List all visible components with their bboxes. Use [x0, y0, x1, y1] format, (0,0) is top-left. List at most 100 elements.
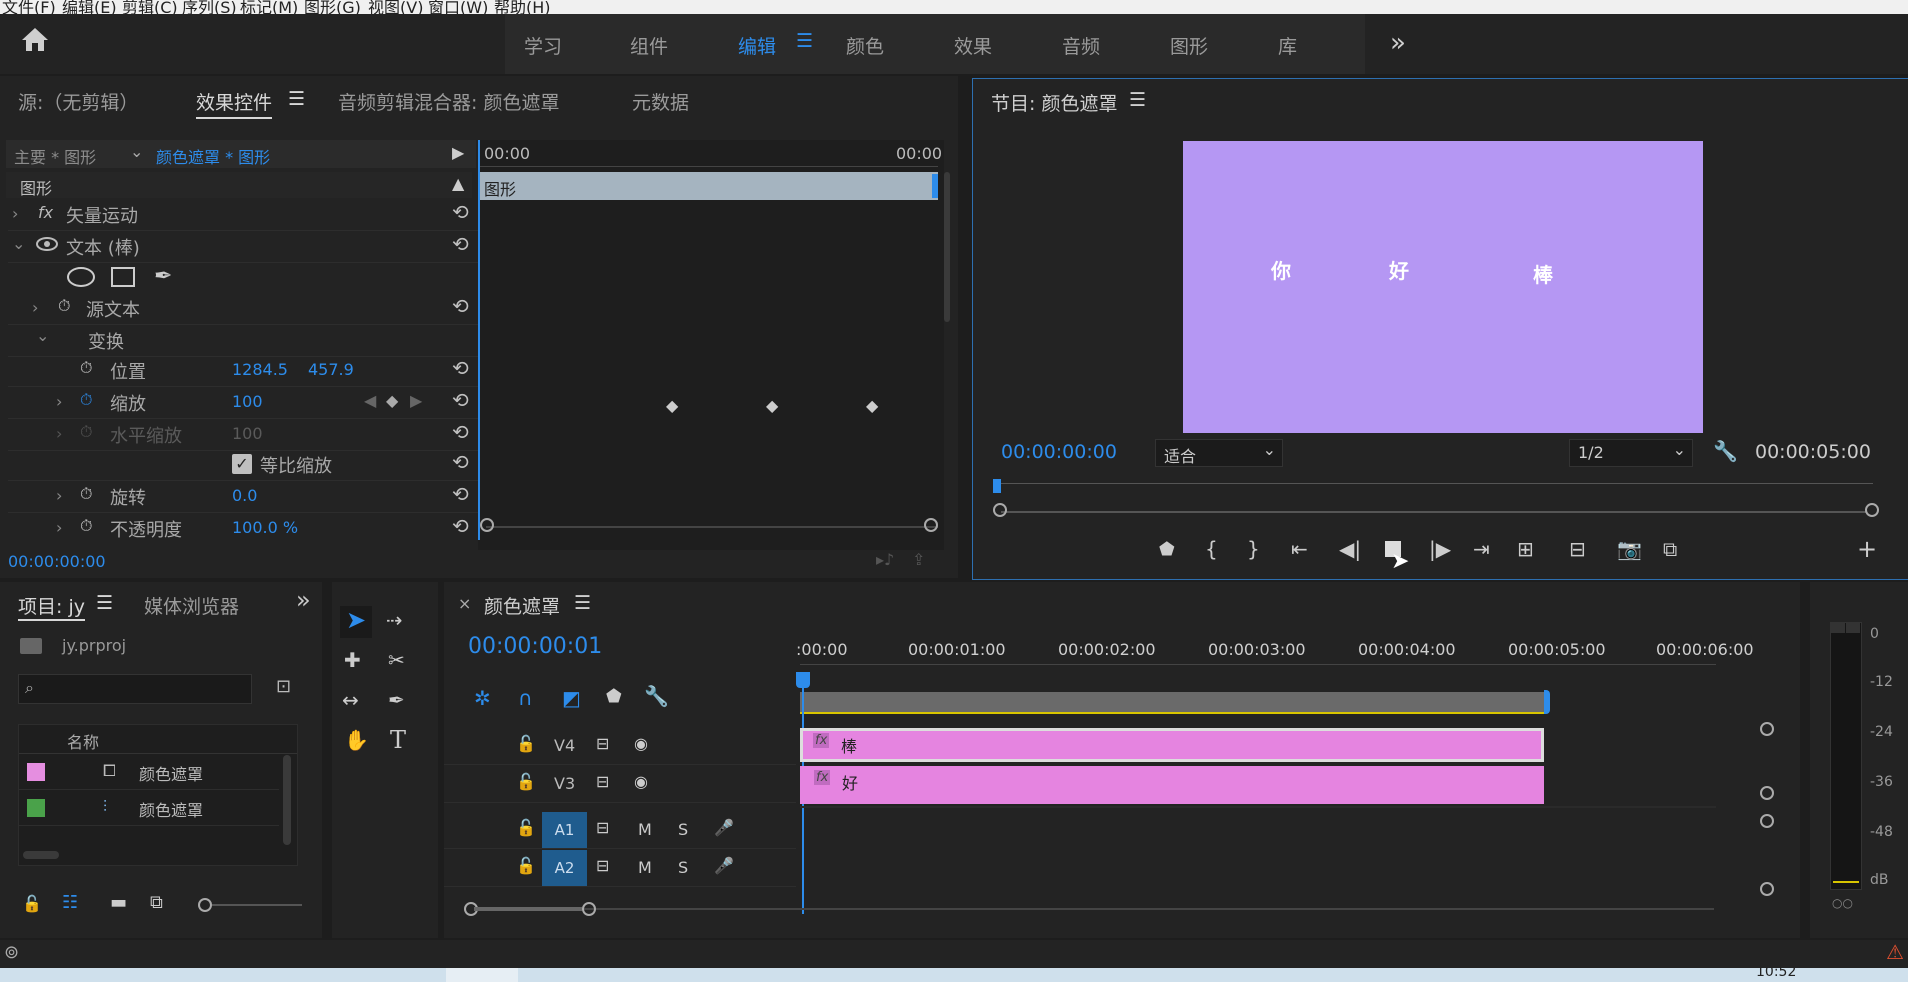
- pen-tool-icon[interactable]: ✒: [388, 688, 405, 712]
- mute-button[interactable]: M: [638, 820, 652, 839]
- workspace-color[interactable]: 颜色: [846, 32, 884, 59]
- mark-in-icon[interactable]: {: [1205, 537, 1218, 561]
- stopwatch-icon[interactable]: ⏱: [80, 358, 92, 378]
- reset-icon[interactable]: ⟲: [452, 232, 469, 256]
- work-area-end-handle[interactable]: [1544, 690, 1550, 714]
- stopwatch-icon[interactable]: ⏱: [58, 296, 70, 316]
- timeline-clip-v4[interactable]: fx 棒: [800, 728, 1544, 762]
- list-item[interactable]: ⧠ 颜色遮罩: [19, 755, 279, 790]
- fit-select[interactable]: 适合 ⌄: [1155, 439, 1283, 467]
- step-back-icon[interactable]: ◀|: [1339, 537, 1361, 561]
- add-edit-icon[interactable]: ◩: [562, 686, 581, 710]
- timeline-zoom-handle-right[interactable]: [582, 902, 596, 916]
- lock-icon[interactable]: 🔓: [516, 856, 536, 875]
- sync-lock-icon[interactable]: ⊟: [596, 818, 609, 837]
- solo-button[interactable]: S: [678, 820, 688, 839]
- reset-icon[interactable]: ⟲: [452, 356, 469, 380]
- reset-icon[interactable]: ⟲: [452, 388, 469, 412]
- track-select-tool-icon[interactable]: ⇢: [386, 608, 403, 632]
- track-name[interactable]: V3: [554, 774, 575, 793]
- prev-keyframe-icon[interactable]: ◀: [364, 391, 376, 410]
- reset-icon[interactable]: ⟲: [452, 294, 469, 318]
- effect-vscrollbar[interactable]: [944, 172, 950, 322]
- solo-button[interactable]: S: [678, 858, 688, 877]
- effect-ruler[interactable]: [478, 166, 938, 171]
- comparison-view-icon[interactable]: ⧉: [1663, 537, 1677, 561]
- tab-metadata[interactable]: 元数据: [632, 88, 689, 115]
- eye-icon[interactable]: ◉: [634, 734, 648, 753]
- track-name[interactable]: A1: [542, 812, 587, 848]
- track-name[interactable]: A2: [542, 850, 587, 886]
- expand-icon[interactable]: ›: [56, 518, 62, 537]
- workspace-libraries[interactable]: 库: [1278, 32, 1297, 59]
- expand-icon[interactable]: ›: [32, 298, 38, 317]
- video-scroll-handle-top[interactable]: [1760, 722, 1774, 736]
- workspace-assembly[interactable]: 组件: [630, 32, 668, 59]
- go-to-out-icon[interactable]: ⇥: [1473, 537, 1490, 561]
- item-color-swatch[interactable]: [27, 799, 45, 817]
- timeline-marker-icon[interactable]: ⬟: [606, 686, 622, 707]
- project-vscrollbar[interactable]: [283, 755, 291, 845]
- linked-selection-icon[interactable]: ∩: [518, 686, 533, 710]
- reset-icon[interactable]: ⟲: [452, 482, 469, 506]
- export-icon[interactable]: ⇪: [912, 550, 925, 569]
- taskbar-active-item[interactable]: [446, 968, 518, 982]
- position-x-value[interactable]: 1284.5: [232, 360, 288, 379]
- pen-mask-icon[interactable]: ✒: [154, 264, 172, 289]
- work-area-bar[interactable]: [800, 692, 1546, 714]
- lock-icon[interactable]: 🔓: [516, 734, 536, 753]
- stopwatch-active-icon[interactable]: ⏱: [80, 390, 92, 410]
- reset-icon[interactable]: ⟲: [452, 514, 469, 538]
- tab-media-browser[interactable]: 媒体浏览器: [144, 592, 239, 619]
- timeline-ruler[interactable]: [800, 664, 1716, 671]
- zoom-handle-left[interactable]: [993, 503, 1007, 517]
- list-item[interactable]: ⫶ 颜色遮罩: [19, 791, 279, 826]
- lock-icon[interactable]: 🔓: [22, 894, 42, 913]
- workspace-effects[interactable]: 效果: [954, 32, 992, 59]
- icon-view-icon[interactable]: ▬: [110, 892, 127, 913]
- program-zoom-bar[interactable]: [1001, 511, 1867, 513]
- workspace-audio[interactable]: 音频: [1062, 32, 1100, 59]
- opacity-value[interactable]: 100.0 %: [232, 518, 298, 537]
- eye-icon[interactable]: [36, 236, 58, 252]
- program-monitor-menu-icon[interactable]: ☰: [1129, 89, 1146, 111]
- stopwatch-icon[interactable]: ⏱: [80, 484, 92, 504]
- zoom-slider-handle[interactable]: [198, 898, 212, 912]
- timeline-zoom-bar[interactable]: [474, 908, 1714, 910]
- next-keyframe-icon[interactable]: ▶: [410, 391, 422, 410]
- effect-playhead[interactable]: [478, 140, 480, 540]
- fx-icon[interactable]: fx: [38, 203, 53, 222]
- mark-out-icon[interactable]: }: [1247, 537, 1260, 561]
- snap-icon[interactable]: ✲: [474, 686, 491, 710]
- reset-icon[interactable]: ⟲: [452, 420, 469, 444]
- workspace-menu-icon[interactable]: ☰: [796, 30, 813, 52]
- master-clip-label[interactable]: 主要 * 图形: [14, 144, 96, 168]
- tab-audio-clip-mixer[interactable]: 音频剪辑混合器: 颜色遮罩: [338, 88, 559, 115]
- collapse-icon[interactable]: ⌄: [36, 326, 49, 345]
- effect-scrollbar[interactable]: [486, 526, 938, 528]
- sync-lock-icon[interactable]: ⊟: [596, 734, 609, 753]
- selection-tool-icon[interactable]: ➤: [340, 606, 372, 638]
- audio-filter-icon[interactable]: ▸♪: [876, 550, 894, 569]
- scroll-handle-right[interactable]: [924, 518, 938, 532]
- step-forward-icon[interactable]: |▶: [1429, 537, 1451, 561]
- menu-clip[interactable]: 剪辑(C): [122, 0, 178, 14]
- clip-indicator[interactable]: [1846, 623, 1860, 633]
- scroll-handle-left[interactable]: [480, 518, 494, 532]
- clip-indicator[interactable]: [1831, 623, 1845, 633]
- stopwatch-icon[interactable]: ⏱: [80, 516, 92, 536]
- column-name-header[interactable]: 名称: [67, 729, 99, 753]
- item-color-swatch[interactable]: [27, 763, 45, 781]
- more-panels-icon[interactable]: »: [296, 586, 311, 614]
- audio-scroll-handle-top[interactable]: [1760, 814, 1774, 828]
- program-preview[interactable]: 你 好 棒: [1183, 141, 1703, 433]
- position-y-value[interactable]: 457.9: [308, 360, 354, 379]
- menu-file[interactable]: 文件(F): [2, 0, 56, 14]
- timeline-playhead-head[interactable]: [796, 672, 810, 688]
- microphone-icon[interactable]: 🎤: [714, 818, 734, 837]
- tab-project[interactable]: 项目: jy: [18, 592, 85, 621]
- clip-end-handle[interactable]: [932, 174, 938, 198]
- type-tool-icon[interactable]: T: [390, 726, 406, 754]
- effect-clip-bar[interactable]: 图形: [478, 172, 938, 200]
- timeline-timecode[interactable]: 00:00:00:01: [468, 634, 602, 659]
